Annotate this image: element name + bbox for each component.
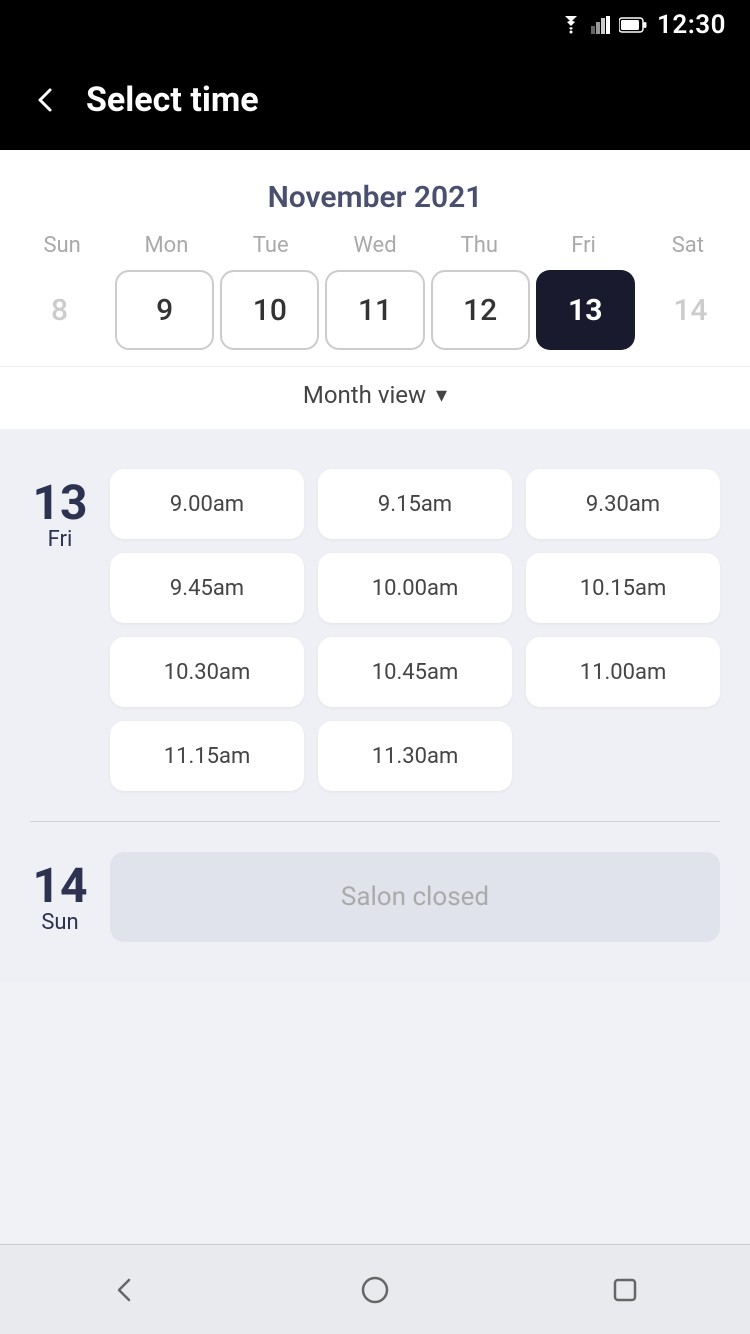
day-label-13: 13 Fri [30, 469, 90, 552]
date-14[interactable]: 14 [641, 270, 740, 350]
nav-bar [0, 1244, 750, 1334]
time-slot-915[interactable]: 9.15am [318, 469, 512, 539]
date-11[interactable]: 11 [325, 270, 424, 350]
status-bar: 12:30 [0, 0, 750, 50]
weekday-mon: Mon [114, 233, 218, 258]
day-block-13: 13 Fri 9.00am 9.15am 9.30am 9.45am 10.00… [30, 449, 720, 811]
time-slot-1015[interactable]: 10.15am [526, 553, 720, 623]
day-label-14: 14 Sun [30, 852, 90, 935]
slots-grid-13: 9.00am 9.15am 9.30am 9.45am 10.00am 10.1… [110, 469, 720, 791]
weekday-wed: Wed [323, 233, 427, 258]
section-divider [30, 821, 720, 822]
day-number-13: 13 [32, 479, 87, 527]
salon-closed-label: Salon closed [341, 882, 489, 912]
time-slot-900[interactable]: 9.00am [110, 469, 304, 539]
status-icons [559, 16, 647, 34]
date-10[interactable]: 10 [220, 270, 319, 350]
time-slot-1100[interactable]: 11.00am [526, 637, 720, 707]
date-13[interactable]: 13 [536, 270, 635, 350]
weekday-sat: Sat [636, 233, 740, 258]
month-view-toggle[interactable]: Month view ▾ [0, 366, 750, 429]
weekday-tue: Tue [219, 233, 323, 258]
weekday-row: Sun Mon Tue Wed Thu Fri Sat [0, 233, 750, 258]
day-name-14: Sun [41, 910, 78, 935]
salon-closed-box: Salon closed [110, 852, 720, 942]
date-12[interactable]: 12 [431, 270, 530, 350]
nav-recent-button[interactable] [595, 1260, 655, 1320]
day-number-14: 14 [32, 862, 87, 910]
time-slot-930[interactable]: 9.30am [526, 469, 720, 539]
month-year-label: November 2021 [0, 170, 750, 233]
time-slot-945[interactable]: 9.45am [110, 553, 304, 623]
date-8[interactable]: 8 [10, 270, 109, 350]
day-name-13: Fri [48, 527, 73, 552]
battery-icon [619, 17, 647, 33]
weekday-thu: Thu [427, 233, 531, 258]
nav-back-button[interactable] [95, 1260, 155, 1320]
month-view-label: Month view [303, 381, 426, 409]
slots-section: 13 Fri 9.00am 9.15am 9.30am 9.45am 10.00… [0, 429, 750, 982]
chevron-down-icon: ▾ [436, 383, 447, 408]
weekday-sun: Sun [10, 233, 114, 258]
time-slot-1000[interactable]: 10.00am [318, 553, 512, 623]
weekday-fri: Fri [531, 233, 635, 258]
time-slot-1115[interactable]: 11.15am [110, 721, 304, 791]
back-button[interactable] [30, 84, 62, 116]
time-slot-1045[interactable]: 10.45am [318, 637, 512, 707]
dates-row: 8 9 10 11 12 13 14 [0, 270, 750, 366]
date-9[interactable]: 9 [115, 270, 214, 350]
day-block-14: 14 Sun Salon closed [30, 832, 720, 962]
time-slot-1030[interactable]: 10.30am [110, 637, 304, 707]
header: Select time [0, 50, 750, 150]
signal-icon [591, 16, 611, 34]
calendar-section: November 2021 Sun Mon Tue Wed Thu Fri Sa… [0, 150, 750, 429]
page-title: Select time [86, 80, 259, 120]
wifi-icon [559, 16, 583, 34]
time-slot-1130[interactable]: 11.30am [318, 721, 512, 791]
nav-home-button[interactable] [345, 1260, 405, 1320]
status-time: 12:30 [657, 10, 726, 40]
